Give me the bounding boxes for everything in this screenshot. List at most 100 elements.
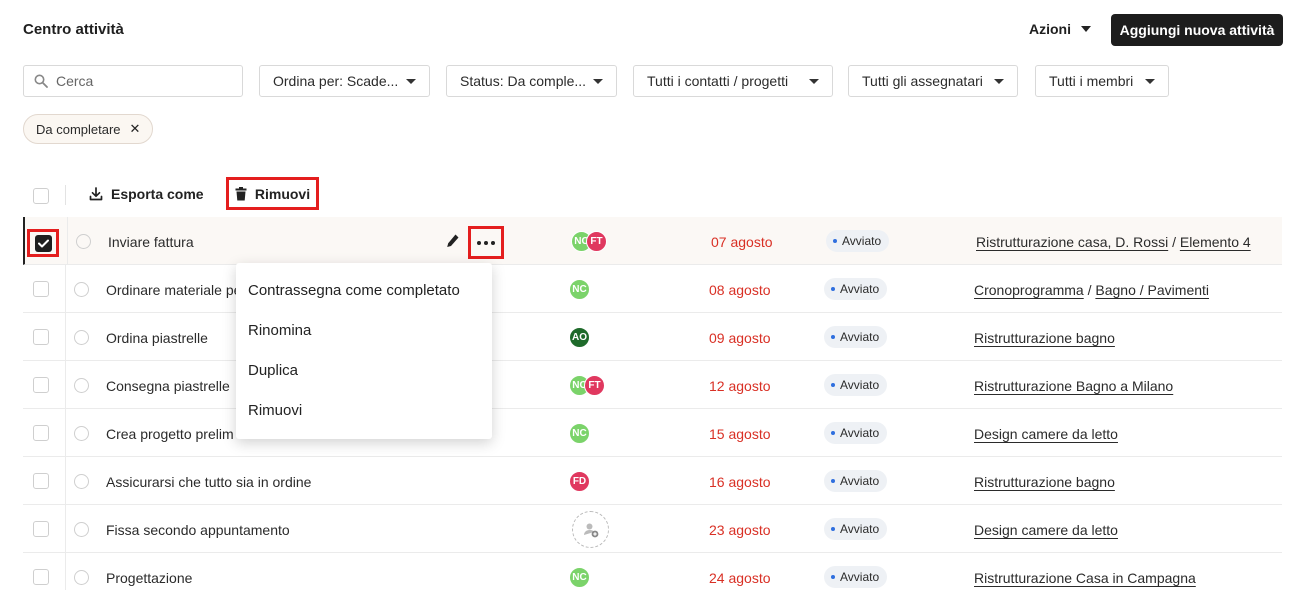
- path-separator: /: [1087, 282, 1092, 298]
- table-row[interactable]: Ordina piastrelle AO 09 agosto Avviato Ristr…: [23, 313, 1282, 361]
- project-link[interactable]: Ristrutturazione Bagno a Milano: [974, 378, 1173, 394]
- table-row[interactable]: Ordinare materiale pe NC 08 agosto Avviato C…: [23, 265, 1282, 313]
- sort-dropdown[interactable]: Ordina per: Scade...: [259, 65, 430, 97]
- search-input[interactable]: [56, 73, 226, 89]
- complete-toggle[interactable]: [74, 378, 89, 393]
- menu-item[interactable]: Rinomina: [236, 311, 492, 351]
- select-all-checkbox[interactable]: [33, 188, 49, 204]
- actions-label: Azioni: [1029, 21, 1071, 37]
- status-dot-icon: [831, 383, 835, 387]
- more-options-button[interactable]: [468, 226, 504, 259]
- task-name[interactable]: Consegna piastrelle: [106, 378, 230, 394]
- close-icon[interactable]: ✕: [130, 121, 141, 137]
- menu-item[interactable]: Rimuovi: [236, 391, 492, 431]
- complete-toggle[interactable]: [74, 282, 89, 297]
- task-name[interactable]: Assicurarsi che tutto sia in ordine: [106, 474, 311, 490]
- row-checkbox[interactable]: [33, 569, 49, 585]
- table-row[interactable]: Inviare fattura NC FT 07 agosto Avviato Ristr…: [23, 217, 1282, 265]
- row-checkbox-checked[interactable]: [27, 229, 59, 257]
- export-label: Esporta come: [111, 186, 204, 202]
- avatar[interactable]: NC: [569, 567, 590, 588]
- status-label: Avviato: [840, 570, 880, 584]
- complete-toggle[interactable]: [74, 474, 89, 489]
- search-icon: [34, 74, 48, 88]
- table-row[interactable]: Fissa secondo appuntamento 23 agosto Avvia…: [23, 505, 1282, 553]
- menu-item[interactable]: Duplica: [236, 351, 492, 391]
- project-link[interactable]: Ristrutturazione Casa in Campagna: [974, 570, 1196, 586]
- complete-toggle[interactable]: [74, 330, 89, 345]
- avatar[interactable]: AO: [569, 327, 590, 348]
- divider: [65, 185, 66, 205]
- complete-toggle[interactable]: [74, 522, 89, 537]
- project-path: Ristrutturazione bagno: [974, 330, 1115, 346]
- row-checkbox[interactable]: [33, 377, 49, 393]
- divider: [65, 505, 66, 553]
- pencil-icon[interactable]: [446, 233, 460, 249]
- caret-down-icon: [593, 78, 603, 84]
- add-assignee-button[interactable]: [572, 511, 609, 548]
- status-dot-icon: [833, 239, 837, 243]
- project-link[interactable]: Bagno / Pavimenti: [1095, 282, 1209, 298]
- task-name[interactable]: Crea progetto prelim: [106, 426, 234, 442]
- assignee-avatars: NC: [569, 567, 590, 588]
- assignees-dropdown[interactable]: Tutti gli assegnatari: [848, 65, 1018, 97]
- status-dot-icon: [831, 479, 835, 483]
- project-link[interactable]: Ristrutturazione bagno: [974, 330, 1115, 346]
- project-link[interactable]: Ristrutturazione casa, D. Rossi: [976, 234, 1168, 250]
- due-date: 15 agosto: [709, 426, 771, 442]
- table-row[interactable]: Crea progetto prelim NC 15 agosto Avviato De…: [23, 409, 1282, 457]
- due-date: 24 agosto: [709, 570, 771, 586]
- task-name[interactable]: Ordinare materiale pe: [106, 282, 241, 298]
- divider: [65, 553, 66, 590]
- row-checkbox[interactable]: [33, 425, 49, 441]
- avatar[interactable]: FT: [584, 375, 605, 396]
- avatar[interactable]: FT: [586, 231, 607, 252]
- complete-toggle[interactable]: [76, 234, 91, 249]
- search-box[interactable]: [23, 65, 243, 97]
- complete-toggle[interactable]: [74, 570, 89, 585]
- members-dropdown[interactable]: Tutti i membri: [1035, 65, 1169, 97]
- download-icon: [89, 187, 103, 201]
- avatar[interactable]: NC: [569, 279, 590, 300]
- row-checkbox[interactable]: [33, 473, 49, 489]
- avatar[interactable]: NC: [569, 423, 590, 444]
- trash-icon: [235, 186, 247, 200]
- row-checkbox[interactable]: [33, 521, 49, 537]
- status-dropdown[interactable]: Status: Da comple...: [446, 65, 617, 97]
- caret-down-icon: [809, 78, 819, 84]
- project-path: Cronoprogramma / Bagno / Pavimenti: [974, 282, 1209, 298]
- due-date: 07 agosto: [711, 234, 773, 250]
- remove-button[interactable]: Rimuovi: [226, 177, 319, 210]
- project-path: Ristrutturazione Casa in Campagna: [974, 570, 1196, 586]
- status-badge: Avviato: [824, 374, 888, 396]
- divider: [65, 313, 66, 361]
- complete-toggle[interactable]: [74, 426, 89, 441]
- export-button[interactable]: Esporta come: [89, 186, 204, 202]
- project-link[interactable]: Design camere da letto: [974, 426, 1118, 442]
- contacts-projects-dropdown[interactable]: Tutti i contatti / progetti: [633, 65, 833, 97]
- row-checkbox[interactable]: [33, 281, 49, 297]
- row-checkbox[interactable]: [33, 329, 49, 345]
- actions-dropdown[interactable]: Azioni: [1029, 21, 1091, 37]
- bulk-toolbar: Esporta come Rimuovi: [23, 177, 623, 212]
- status-badge: Avviato: [824, 470, 888, 492]
- status-label: Avviato: [840, 426, 880, 440]
- task-name[interactable]: Progettazione: [106, 570, 192, 586]
- project-link[interactable]: Design camere da letto: [974, 522, 1118, 538]
- project-link[interactable]: Cronoprogramma: [974, 282, 1084, 298]
- task-name[interactable]: Inviare fattura: [108, 234, 194, 250]
- table-row[interactable]: Assicurarsi che tutto sia in ordine FD 16 …: [23, 457, 1282, 505]
- task-name[interactable]: Fissa secondo appuntamento: [106, 522, 290, 538]
- task-name[interactable]: Ordina piastrelle: [106, 330, 208, 346]
- avatar[interactable]: FD: [569, 471, 590, 492]
- add-task-button[interactable]: Aggiungi nuova attività: [1111, 14, 1283, 46]
- status-dot-icon: [831, 335, 835, 339]
- project-link[interactable]: Elemento 4: [1180, 234, 1251, 250]
- status-label: Avviato: [842, 234, 882, 248]
- caret-down-icon: [1145, 78, 1155, 84]
- table-row[interactable]: Progettazione NC 24 agosto Avviato Ristruttu…: [23, 553, 1282, 590]
- project-link[interactable]: Ristrutturazione bagno: [974, 474, 1115, 490]
- menu-item[interactable]: Contrassegna come completato: [236, 271, 492, 311]
- table-row[interactable]: Consegna piastrelle NC FT 12 agosto Avviato R…: [23, 361, 1282, 409]
- status-label: Avviato: [840, 474, 880, 488]
